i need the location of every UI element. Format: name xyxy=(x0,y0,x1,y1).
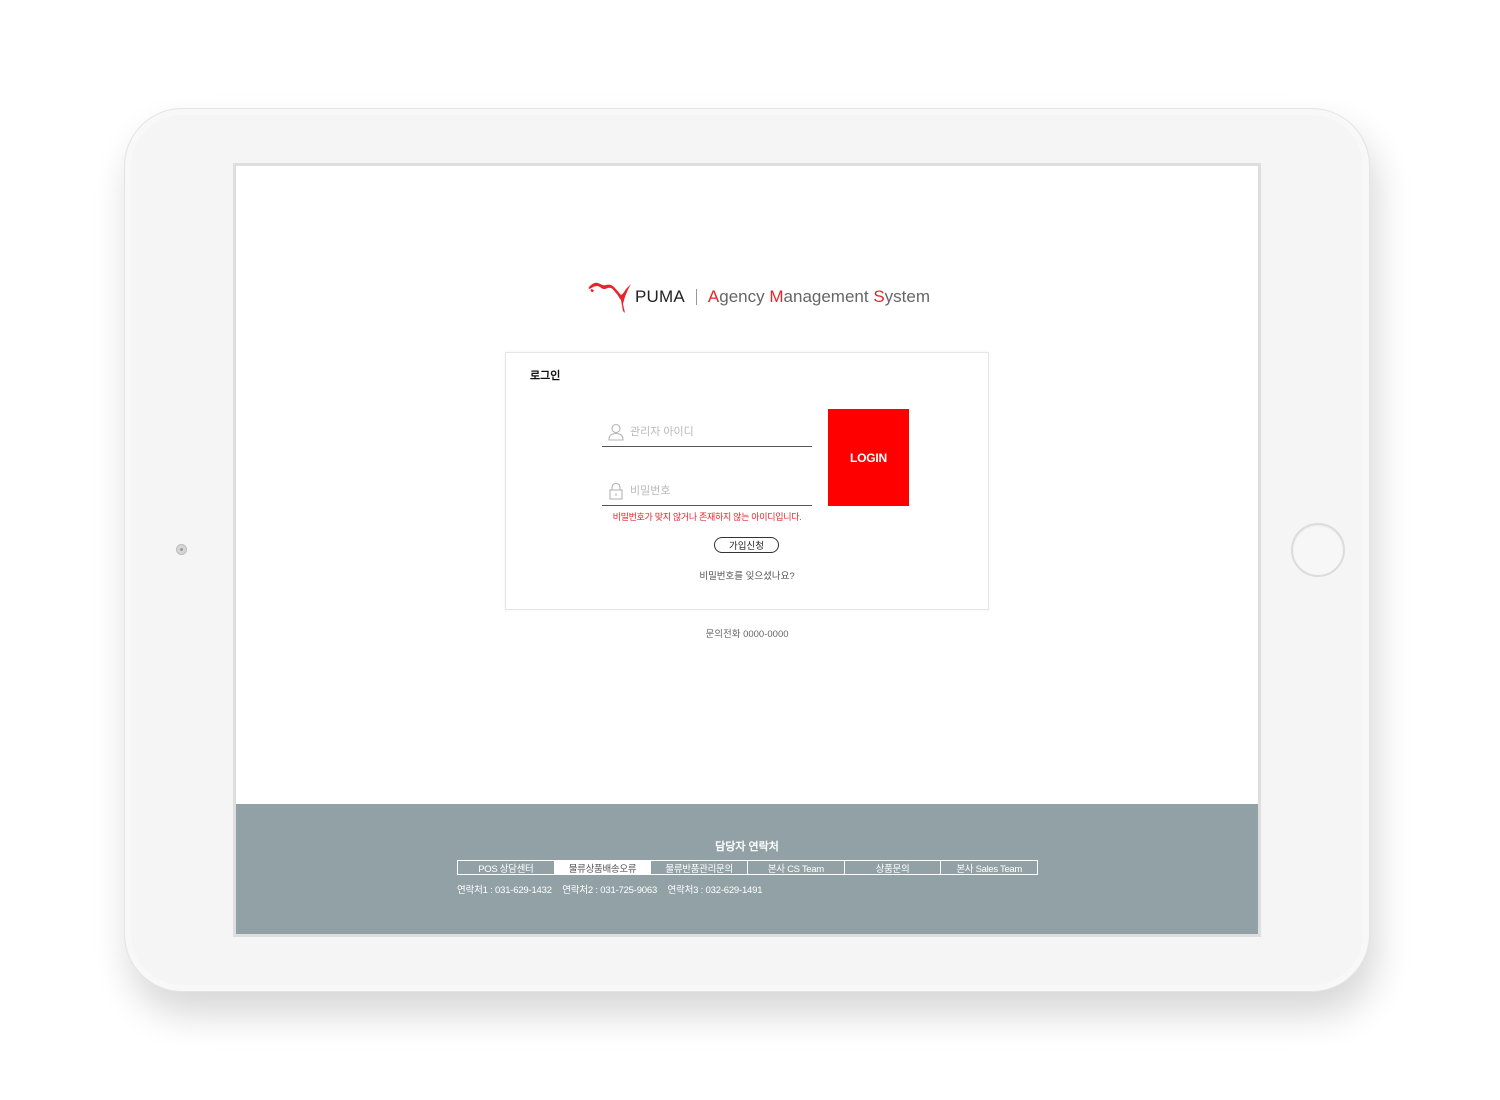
admin-id-field[interactable] xyxy=(602,418,812,447)
page-background: PUMA Agency Management System 로그인 관리자 아이… xyxy=(0,0,1500,1100)
footer-title: 담당자 연락처 xyxy=(715,841,779,853)
tablet-frame: PUMA Agency Management System 로그인 관리자 아이… xyxy=(124,108,1370,992)
user-icon xyxy=(608,423,624,441)
brand-divider xyxy=(695,289,697,305)
contact-number-2: 연락처2 : 031-725-9063 xyxy=(562,885,658,896)
password-input[interactable] xyxy=(630,485,800,497)
tab-hq-sales-team[interactable]: 본사 Sales Team xyxy=(940,860,1039,875)
lock-icon xyxy=(609,482,623,500)
login-title: 로그인 xyxy=(530,370,561,382)
contact-numbers: 연락처1 : 031-629-1432 연락처2 : 031-725-9063 … xyxy=(457,882,770,896)
contact-footer: 담당자 연락처 POS 상담센터 물류상품배송오류 물류반품관리문의 본사 CS… xyxy=(236,804,1258,934)
tab-logistics-delivery-error[interactable]: 물류상품배송오류 xyxy=(553,860,652,875)
login-button[interactable]: LOGIN xyxy=(828,409,909,506)
tab-logistics-return-inquiry[interactable]: 물류반품관리문의 xyxy=(650,860,749,875)
tab-pos-center[interactable]: POS 상담센터 xyxy=(457,860,555,875)
brand-header: PUMA Agency Management System xyxy=(588,279,930,315)
brand-name: PUMA xyxy=(635,287,685,306)
contact-number-1: 연락처1 : 031-629-1432 xyxy=(457,885,552,896)
contact-tabs: POS 상담센터 물류상품배송오류 물류반품관리문의 본사 CS Team 상품… xyxy=(457,860,1039,875)
password-field[interactable] xyxy=(602,477,812,506)
contact-number-3: 연락처3 : 032-629-1491 xyxy=(667,885,763,896)
inquiry-phone-text: 문의전화 0000-0000 xyxy=(705,629,789,640)
tablet-screen: PUMA Agency Management System 로그인 관리자 아이… xyxy=(233,163,1261,937)
signup-request-button[interactable]: 가입신청 xyxy=(714,537,779,553)
home-button[interactable] xyxy=(1291,523,1345,577)
tab-hq-cs-team[interactable]: 본사 CS Team xyxy=(747,860,845,875)
login-panel: 로그인 비밀번호가 맞지 않거나 존재하지 xyxy=(505,352,989,610)
forgot-password-link[interactable]: 비밀번호를 잊으셨나요? xyxy=(656,568,838,582)
tab-product-inquiry[interactable]: 상품문의 xyxy=(843,860,942,875)
admin-id-input[interactable] xyxy=(630,426,800,438)
puma-cat-icon xyxy=(588,282,631,313)
system-title: Agency Management System xyxy=(707,287,931,306)
camera-icon xyxy=(176,544,187,555)
login-error-message: 비밀번호가 맞지 않거나 존재하지 않는 아이디입니다. xyxy=(612,512,802,522)
